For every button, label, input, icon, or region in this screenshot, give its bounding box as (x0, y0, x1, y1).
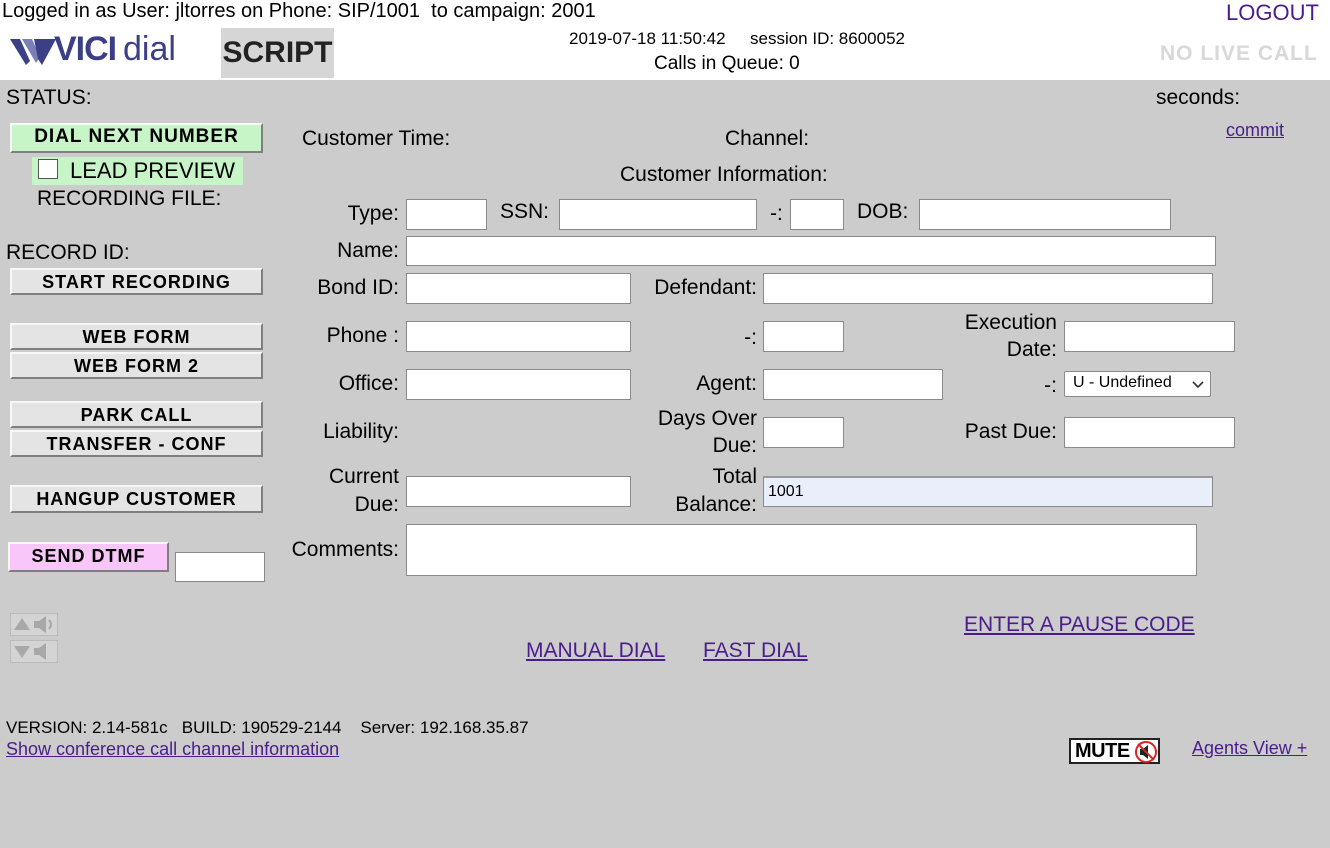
total-balance-label-line2: Balance: (675, 493, 757, 516)
transfer-conf-button[interactable]: TRANSFER - CONF (10, 430, 263, 457)
session-id: session ID: 8600052 (750, 29, 905, 48)
vicidial-logo: VICI dial (10, 30, 205, 73)
past-due-label: Past Due: (964, 420, 1057, 443)
current-due-label-line1: Current (328, 465, 399, 488)
seconds-label: seconds: (1156, 86, 1241, 109)
logo-vici-text: VICI (54, 30, 117, 68)
channel-label: Channel: (725, 127, 810, 150)
customer-information-label: Customer Information: (620, 163, 828, 186)
datetime: 2019-07-18 11:50:42 (569, 29, 726, 48)
logo-v-icon (10, 39, 56, 65)
web-form-button[interactable]: WEB FORM (10, 323, 263, 350)
calls-in-queue: Calls in Queue: 0 (654, 53, 800, 74)
mute-speaker-icon (1135, 741, 1157, 763)
phone-ext-dash-label: -: (744, 326, 757, 349)
logo-dial-text: dial (123, 30, 176, 68)
dtmf-input[interactable] (175, 552, 265, 582)
commit-link[interactable]: commit (1226, 120, 1284, 141)
current-due-input[interactable] (406, 476, 631, 507)
execution-date-label-line1: Execution (964, 311, 1057, 334)
web-form-2-button[interactable]: WEB FORM 2 (10, 352, 263, 379)
logout-link[interactable]: LOGOUT (1226, 0, 1319, 26)
phone-input[interactable] (406, 321, 631, 352)
comments-label: Comments: (291, 538, 399, 561)
ssn-dash-label: -: (770, 202, 783, 225)
type-input[interactable] (406, 199, 487, 230)
agent-label: Agent: (696, 372, 757, 395)
liability-label: Liability: (323, 420, 399, 443)
dob-label: DOB: (857, 200, 909, 223)
execution-date-label-line2: Date: (1006, 338, 1057, 361)
office-label: Office: (338, 372, 399, 395)
lead-preview-checkbox[interactable] (38, 159, 58, 179)
comments-textarea[interactable] (406, 524, 1197, 576)
defendant-input[interactable] (763, 273, 1213, 304)
customer-time-label: Customer Time: (302, 127, 451, 150)
type-label: Type: (347, 202, 399, 225)
phone-label: Phone : (326, 324, 399, 347)
mute-button[interactable]: MUTE (1069, 738, 1160, 764)
enter-pause-code-link[interactable]: ENTER A PAUSE CODE (964, 613, 1195, 637)
start-recording-button[interactable]: START RECORDING (10, 268, 263, 295)
send-dtmf-button[interactable]: SEND DTMF (8, 542, 169, 572)
mute-label: MUTE (1075, 740, 1130, 762)
ssn-input[interactable] (559, 199, 757, 230)
manual-dial-link[interactable]: MANUAL DIAL (526, 639, 665, 663)
gender-select[interactable]: U - Undefined (1064, 371, 1211, 397)
current-due-label-line2: Due: (354, 493, 399, 516)
fast-dial-link[interactable]: FAST DIAL (703, 639, 808, 663)
park-call-button[interactable]: PARK CALL (10, 401, 263, 428)
recording-file-label: RECORDING FILE: (37, 187, 222, 210)
hangup-customer-button[interactable]: HANGUP CUSTOMER (10, 485, 263, 513)
status-label: STATUS: (6, 86, 92, 109)
total-balance-input[interactable] (763, 476, 1213, 507)
dial-next-number-button[interactable]: DIAL NEXT NUMBER (10, 123, 263, 153)
phone-ext-input[interactable] (763, 321, 844, 352)
bond-id-label: Bond ID: (317, 276, 399, 299)
dob-input[interactable] (919, 199, 1171, 230)
gender-dash-label: -: (1044, 374, 1057, 397)
name-input[interactable] (406, 236, 1216, 266)
bond-id-input[interactable] (406, 273, 631, 304)
execution-date-input[interactable] (1064, 321, 1235, 352)
days-over-due-label-line2: Due: (712, 434, 757, 457)
record-id-label: RECORD ID: (6, 241, 130, 264)
volume-down-icon[interactable] (10, 640, 58, 663)
login-info: Logged in as User: jltorres on Phone: SI… (2, 0, 596, 22)
agents-view-link[interactable]: Agents View + (1192, 738, 1307, 759)
version-info: VERSION: 2.14-581c BUILD: 190529-2144 Se… (6, 718, 529, 737)
gender-select-value: U - Undefined (1073, 374, 1172, 391)
past-due-input[interactable] (1064, 417, 1235, 448)
total-balance-label-line1: Total (712, 465, 757, 488)
days-over-due-label-line1: Days Over (657, 407, 757, 430)
office-input[interactable] (406, 369, 631, 400)
volume-up-icon[interactable] (10, 613, 58, 636)
defendant-label: Defendant: (654, 276, 757, 299)
lead-preview-label: LEAD PREVIEW (70, 158, 236, 183)
ssn-label: SSN: (500, 200, 550, 223)
ssn-suffix-input[interactable] (790, 199, 844, 230)
name-label: Name: (337, 239, 399, 262)
live-call-status: NO LIVE CALL (1160, 42, 1318, 65)
lead-preview[interactable]: LEAD PREVIEW (32, 157, 243, 185)
show-conference-link[interactable]: Show conference call channel information (6, 739, 339, 760)
script-tab[interactable]: SCRIPT (221, 28, 334, 78)
agent-input[interactable] (763, 369, 943, 400)
days-over-due-input[interactable] (763, 417, 844, 448)
chevron-down-icon (1192, 381, 1204, 389)
